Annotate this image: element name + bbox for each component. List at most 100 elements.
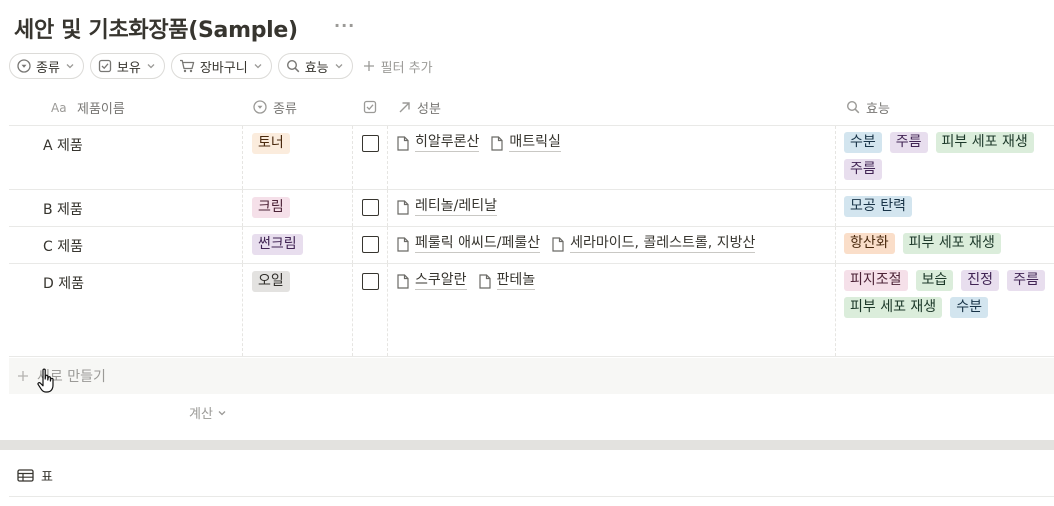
checkbox-icon bbox=[363, 100, 377, 114]
effect-tag: 모공 탄력 bbox=[844, 196, 912, 217]
column-header-type[interactable]: 종류 bbox=[253, 88, 297, 126]
column-header-label: 제품이름 bbox=[77, 101, 125, 117]
table-row[interactable]: B 제품 크림 레티놀/레티날 모공 탄력 bbox=[9, 190, 1054, 227]
ingredients-cell[interactable]: 페룰릭 애씨드/페룰산 세라마이드, 콜레스트롤, 지방산 bbox=[397, 235, 756, 253]
select-icon bbox=[17, 59, 31, 73]
table-icon bbox=[17, 469, 34, 482]
ingredients-cell[interactable]: 스쿠알란 판테놀 bbox=[397, 272, 536, 290]
calculate-label: 계산 bbox=[189, 407, 213, 422]
search-icon bbox=[286, 59, 300, 73]
view-tab-label: 표 bbox=[41, 470, 53, 485]
owned-checkbox[interactable] bbox=[362, 199, 379, 216]
hand-pointer-icon bbox=[37, 368, 54, 393]
filter-bar: 종류 보유 장바구니 효능 필터 추가 bbox=[9, 53, 433, 79]
ingredient-label: 매트릭실 bbox=[509, 134, 561, 152]
filter-chip-label: 종류 bbox=[36, 60, 60, 76]
svg-text:Aa: Aa bbox=[51, 101, 67, 113]
ingredients-cell[interactable]: 레티놀/레티날 bbox=[397, 198, 497, 216]
effect-tag: 피부 세포 재생 bbox=[844, 297, 943, 318]
page-icon bbox=[397, 273, 409, 289]
filter-chip-label: 장바구니 bbox=[199, 60, 248, 76]
ingredient-link[interactable]: 페룰릭 애씨드/페룰산 bbox=[397, 235, 541, 253]
ingredient-link[interactable]: 히알루론산 bbox=[397, 134, 480, 152]
view-divider bbox=[9, 496, 1054, 497]
type-tag: 썬크림 bbox=[252, 234, 303, 255]
filter-chip-label: 효능 bbox=[304, 60, 329, 76]
column-header-effects[interactable]: 효능 bbox=[846, 88, 890, 126]
type-cell[interactable]: 오일 bbox=[252, 271, 290, 292]
effect-tag: 보습 bbox=[915, 270, 954, 291]
column-header-owned[interactable] bbox=[363, 88, 377, 126]
table-row[interactable]: C 제품 썬크림 페룰릭 애씨드/페룰산 세라마이드, 콜레스트롤, 지방산 항… bbox=[9, 227, 1054, 264]
page-title: 세안 및 기초화장품(Sample) bbox=[14, 18, 298, 43]
column-header-name[interactable]: Aa 제품이름 bbox=[51, 88, 125, 126]
checkbox-icon bbox=[98, 59, 112, 73]
effect-tag: 진정 bbox=[961, 270, 1000, 291]
effect-tag: 피부 세포 재생 bbox=[902, 233, 1001, 254]
type-cell[interactable]: 크림 bbox=[252, 197, 290, 218]
column-header-ingredients[interactable]: 성분 bbox=[398, 88, 441, 126]
effect-tag: 수분 bbox=[844, 132, 882, 153]
calculate-button[interactable]: 계산 bbox=[189, 403, 227, 422]
effects-cell[interactable]: 피지조절 보습 진정 주름 피부 세포 재생 수분 bbox=[844, 270, 1049, 318]
ingredient-link[interactable]: 매트릭실 bbox=[491, 134, 561, 152]
filter-chip-cart[interactable]: 장바구니 bbox=[170, 53, 272, 79]
row-name[interactable]: A 제품 bbox=[43, 135, 83, 155]
section-divider bbox=[0, 440, 1054, 450]
effect-tag: 항산화 bbox=[844, 233, 895, 254]
effects-cell[interactable]: 수분 주름 피부 세포 재생 주름 bbox=[844, 132, 1049, 180]
view-tab-table[interactable]: 표 bbox=[17, 466, 53, 485]
row-name[interactable]: C 제품 bbox=[43, 236, 83, 256]
add-filter-label: 필터 추가 bbox=[380, 60, 433, 76]
owned-checkbox[interactable] bbox=[362, 236, 379, 253]
type-cell[interactable]: 썬크림 bbox=[252, 234, 303, 255]
database-table: Aa 제품이름 종류 성분 효능 A 제품 토너 히알루론산 매트릭실 수분 주… bbox=[9, 88, 1054, 357]
page-icon bbox=[552, 236, 564, 252]
page-icon bbox=[397, 236, 409, 252]
select-icon bbox=[253, 100, 267, 114]
ingredients-cell[interactable]: 히알루론산 매트릭실 bbox=[397, 134, 561, 152]
column-header-label: 성분 bbox=[417, 101, 441, 117]
effects-cell[interactable]: 항산화 피부 세포 재생 bbox=[844, 233, 1049, 254]
type-tag: 오일 bbox=[252, 271, 290, 292]
effect-tag: 주름 bbox=[889, 132, 928, 153]
add-filter-button[interactable]: 필터 추가 bbox=[363, 57, 433, 76]
more-icon[interactable]: ··· bbox=[334, 16, 355, 35]
row-name[interactable]: B 제품 bbox=[43, 199, 83, 219]
type-tag: 토너 bbox=[252, 133, 290, 154]
chevron-down-icon bbox=[66, 64, 74, 69]
owned-checkbox[interactable] bbox=[362, 273, 379, 290]
row-name[interactable]: D 제품 bbox=[43, 273, 84, 293]
ingredient-link[interactable]: 레티놀/레티날 bbox=[397, 198, 497, 216]
page-icon bbox=[491, 135, 504, 151]
owned-checkbox[interactable] bbox=[362, 135, 379, 152]
ingredient-label: 판테놀 bbox=[496, 272, 536, 290]
search-icon bbox=[846, 100, 860, 114]
filter-chip-owned[interactable]: 보유 bbox=[89, 53, 165, 79]
ingredient-label: 스쿠알란 bbox=[415, 272, 467, 290]
ingredient-label: 레티놀/레티날 bbox=[415, 198, 497, 216]
plus-icon bbox=[363, 61, 374, 71]
effects-cell[interactable]: 모공 탄력 bbox=[844, 196, 1049, 217]
page-icon bbox=[397, 135, 409, 151]
table-row[interactable]: A 제품 토너 히알루론산 매트릭실 수분 주름 피부 세포 재생 주름 bbox=[9, 126, 1054, 190]
table-header: Aa 제품이름 종류 성분 효능 bbox=[9, 88, 1054, 126]
ingredient-link[interactable]: 판테놀 bbox=[478, 272, 536, 290]
effect-tag: 주름 bbox=[844, 159, 882, 180]
filter-chip-type[interactable]: 종류 bbox=[9, 53, 84, 79]
column-header-label: 효능 bbox=[866, 101, 890, 117]
ingredient-label: 페룰릭 애씨드/페룰산 bbox=[415, 235, 541, 253]
ingredient-link[interactable]: 스쿠알란 bbox=[397, 272, 467, 290]
effect-tag: 피부 세포 재생 bbox=[935, 132, 1034, 153]
table-row[interactable]: D 제품 오일 스쿠알란 판테놀 피지조절 보습 진정 주름 피부 세포 재생 … bbox=[9, 264, 1054, 357]
ingredient-label: 세라마이드, 콜레스트롤, 지방산 bbox=[570, 235, 756, 253]
chevron-down-icon bbox=[147, 64, 155, 69]
new-row-button[interactable]: 새로 만들기 bbox=[9, 358, 1054, 394]
type-cell[interactable]: 토너 bbox=[252, 133, 290, 154]
effect-tag: 수분 bbox=[950, 297, 988, 318]
effect-tag: 피지조절 bbox=[844, 270, 908, 291]
page-icon bbox=[397, 199, 409, 215]
filter-chip-effects[interactable]: 효능 bbox=[277, 53, 353, 79]
page-icon bbox=[478, 273, 491, 289]
ingredient-link[interactable]: 세라마이드, 콜레스트롤, 지방산 bbox=[552, 235, 756, 253]
